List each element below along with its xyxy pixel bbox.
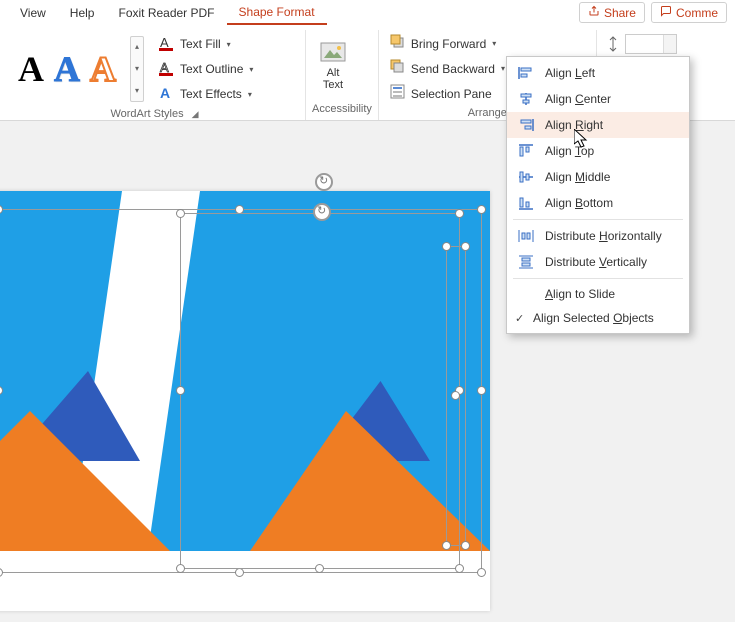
alt-text-label: Alt Text (323, 67, 343, 91)
align-menu-disth[interactable]: Distribute Horizontally (507, 223, 689, 249)
alt-text-icon (320, 42, 346, 64)
align-right-icon (517, 117, 535, 133)
align-menu-bottom[interactable]: Align Bottom (507, 190, 689, 216)
align-menu-label: Align Left (545, 66, 595, 80)
tab-view[interactable]: View (8, 2, 58, 24)
selection-pane-label: Selection Pane (411, 87, 492, 101)
align-menu-selected[interactable]: Align Selected Objects (507, 306, 689, 330)
align-menu-label: Align Selected Objects (533, 311, 654, 325)
wordart-gallery[interactable]: A A A ▴▾▾ (12, 32, 150, 106)
resize-handle[interactable] (461, 541, 470, 550)
text-effects-button[interactable]: A Text Effects▾ (154, 83, 258, 106)
share-label: Share (604, 6, 636, 20)
resize-handle[interactable] (176, 564, 185, 573)
align-menu-label: Align Center (545, 92, 611, 106)
rotate-handle[interactable] (313, 203, 331, 221)
text-fill-label: Text Fill (180, 37, 221, 51)
align-menu-right[interactable]: Align Right (507, 112, 689, 138)
align-menu-distv[interactable]: Distribute Vertically (507, 249, 689, 275)
send-backward-button[interactable]: Send Backward ▾ (385, 57, 510, 80)
resize-handle[interactable] (477, 568, 486, 577)
resize-handle[interactable] (477, 205, 486, 214)
alt-text-button[interactable]: Alt Text (312, 38, 354, 95)
selection-pane-icon (390, 84, 406, 103)
align-disth-icon (517, 228, 535, 244)
text-outline-button[interactable]: A Text Outline▾ (154, 58, 258, 81)
text-effects-icon: A (159, 85, 175, 104)
align-menu-toslide[interactable]: Align to Slide (507, 282, 689, 306)
send-backward-label: Send Backward (411, 62, 495, 76)
resize-handle[interactable] (176, 209, 185, 218)
align-bottom-icon (517, 195, 535, 211)
resize-handle[interactable] (477, 386, 486, 395)
wordart-sample-3[interactable]: A (90, 51, 116, 87)
tab-foxit[interactable]: Foxit Reader PDF (106, 2, 226, 24)
wordart-sample-1[interactable]: A (18, 51, 44, 87)
comments-label: Comme (676, 6, 718, 20)
text-outline-icon: A (159, 60, 175, 79)
align-middle-icon (517, 169, 535, 185)
align-menu-center[interactable]: Align Center (507, 86, 689, 112)
svg-text:A: A (160, 35, 169, 50)
text-outline-label: Text Outline (180, 62, 243, 76)
selection-box-narrow[interactable] (446, 246, 466, 546)
align-menu-label: Align to Slide (545, 287, 615, 301)
text-fill-icon: A (159, 35, 175, 54)
align-distv-icon (517, 254, 535, 270)
resize-handle[interactable] (455, 564, 464, 573)
group-label-accessibility: Accessibility (312, 103, 372, 115)
resize-handle[interactable] (442, 541, 451, 550)
share-button[interactable]: Share (579, 2, 645, 23)
align-menu-label: Align Top (545, 144, 594, 158)
align-menu-label: Align Bottom (545, 196, 613, 210)
align-menu-middle[interactable]: Align Middle (507, 164, 689, 190)
bring-forward-icon (390, 34, 406, 53)
align-top-icon (517, 143, 535, 159)
align-center-icon (517, 91, 535, 107)
group-label-wordart: WordArt Styles (110, 108, 183, 120)
share-icon (588, 5, 600, 20)
align-dropdown: Align Left Align Center Align Right Align T… (506, 56, 690, 334)
resize-handle[interactable] (442, 242, 451, 251)
comments-button[interactable]: Comme (651, 2, 727, 23)
resize-handle[interactable] (315, 564, 324, 573)
group-label-arrange: Arrange (468, 107, 507, 119)
resize-handle[interactable] (0, 386, 3, 395)
resize-handle[interactable] (455, 209, 464, 218)
resize-handle[interactable] (176, 386, 185, 395)
align-menu-label: Distribute Vertically (545, 255, 647, 269)
text-effects-label: Text Effects (180, 87, 242, 101)
wordart-gallery-more[interactable]: ▴▾▾ (130, 36, 144, 102)
svg-text:A: A (160, 85, 170, 101)
resize-handle[interactable] (235, 568, 244, 577)
align-menu-top[interactable]: Align Top (507, 138, 689, 164)
wordart-dialog-launcher[interactable]: ◢ (190, 109, 201, 120)
align-menu-left[interactable]: Align Left (507, 60, 689, 86)
selection-box-inner[interactable] (180, 213, 460, 569)
selection-pane-button[interactable]: Selection Pane (385, 82, 510, 105)
bring-forward-label: Bring Forward (411, 37, 486, 51)
resize-handle[interactable] (451, 391, 460, 400)
align-menu-label: Distribute Horizontally (545, 229, 662, 243)
tab-shape-format[interactable]: Shape Format (227, 1, 327, 25)
height-icon (605, 36, 621, 52)
text-fill-button[interactable]: A Text Fill▾ (154, 33, 258, 56)
wordart-sample-2[interactable]: A (54, 51, 80, 87)
svg-text:A: A (160, 60, 169, 75)
comment-icon (660, 5, 672, 20)
height-input[interactable] (625, 34, 677, 54)
bring-forward-button[interactable]: Bring Forward ▾ (385, 32, 510, 55)
align-menu-label: Align Right (545, 118, 603, 132)
tab-help[interactable]: Help (58, 2, 107, 24)
align-left-icon (517, 65, 535, 81)
rotate-handle[interactable] (315, 173, 333, 191)
resize-handle[interactable] (461, 242, 470, 251)
send-backward-icon (390, 59, 406, 78)
align-menu-label: Align Middle (545, 170, 610, 184)
